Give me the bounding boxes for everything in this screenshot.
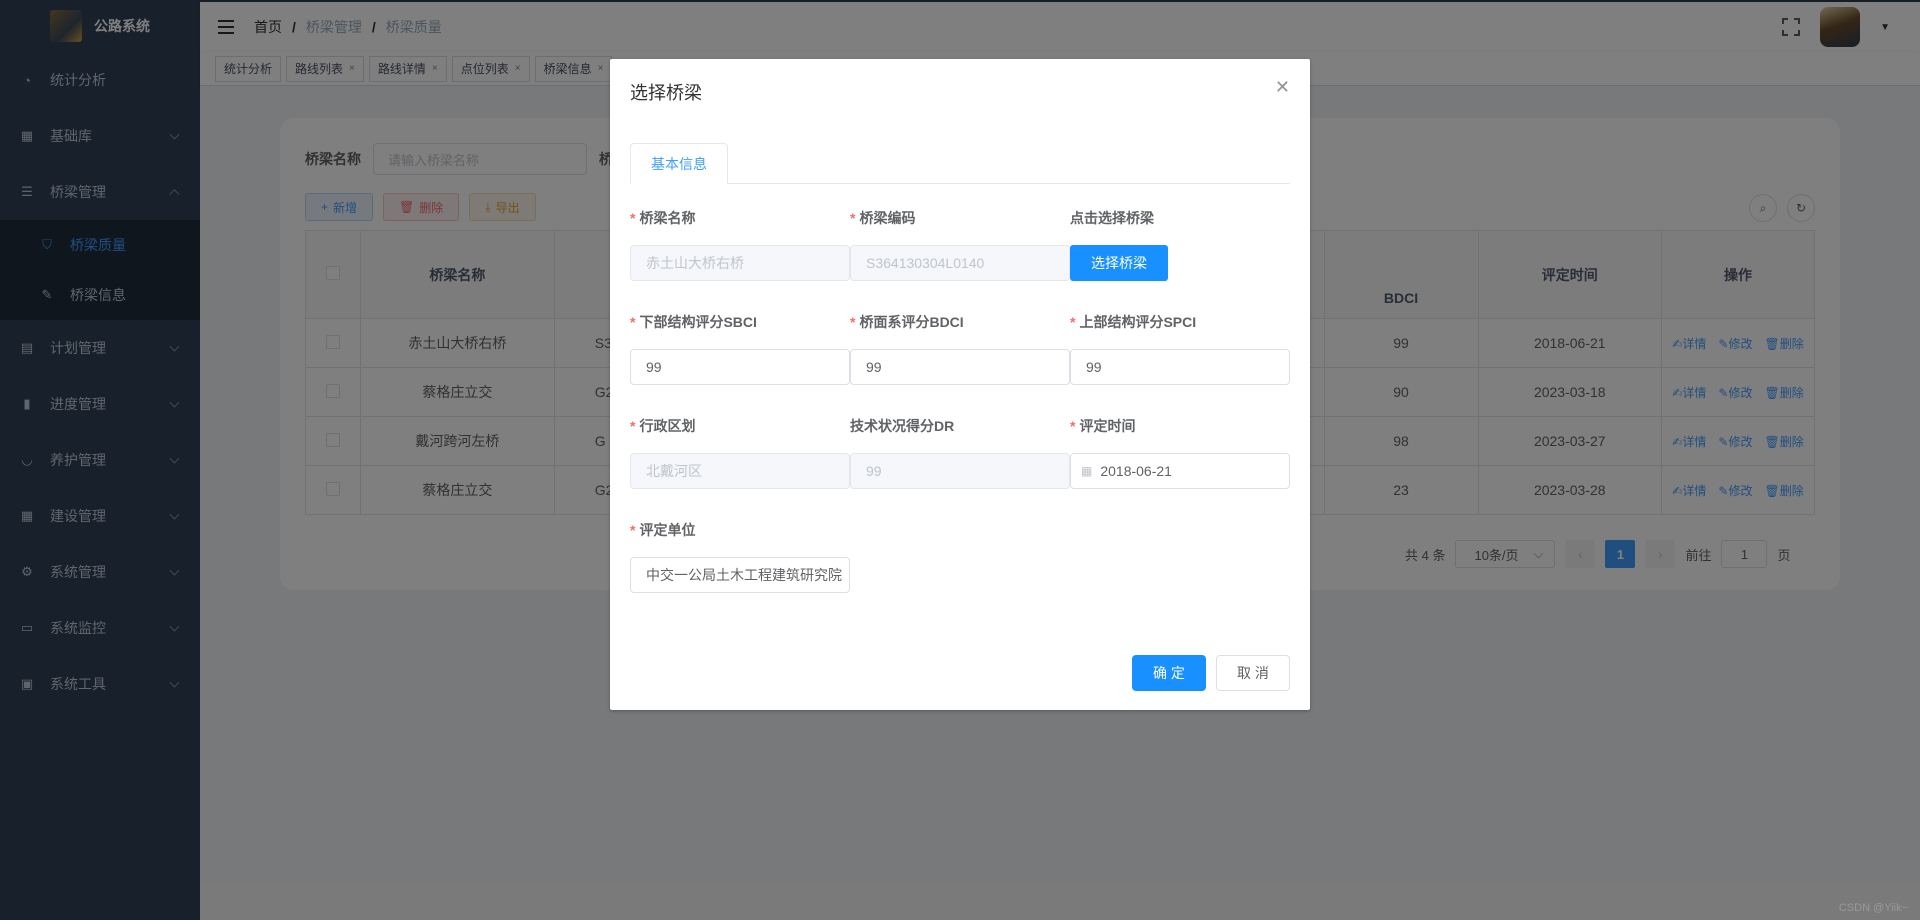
label-text: 评定单位 (639, 522, 696, 538)
label-text: 行政区划 (639, 418, 696, 434)
district-field: 北戴河区 (630, 453, 850, 489)
tab-basic-info[interactable]: 基本信息 (630, 143, 728, 184)
district-label: * 行政区划 (630, 416, 695, 436)
watermark: CSDN @Yiik~ (1838, 902, 1908, 914)
spci-input[interactable]: 99 (1070, 349, 1290, 385)
eval-time-label: * 评定时间 (1070, 416, 1135, 436)
dr-label: 技术状况得分DR (850, 418, 955, 434)
label-text: 上部结构评分SPCI (1079, 314, 1197, 330)
eval-time-datepicker[interactable]: ▦ 2018-06-21 (1070, 453, 1290, 489)
dialog-tabs: 基本信息 (630, 143, 1290, 184)
required-mark: * (630, 418, 636, 434)
dr-field: 99 (850, 453, 1070, 489)
bdci-input[interactable]: 99 (850, 349, 1070, 385)
eval-time-value: 2018-06-21 (1100, 463, 1172, 479)
required-mark: * (850, 314, 856, 330)
required-mark: * (630, 522, 636, 538)
sbci-label: * 下部结构评分SBCI (630, 312, 757, 332)
bridge-name-field: 赤土山大桥右桥 (630, 245, 850, 281)
confirm-button[interactable]: 确 定 (1132, 655, 1206, 691)
label-text: 桥面系评分BDCI (859, 314, 964, 330)
label-text: 桥梁名称 (639, 210, 696, 226)
close-icon[interactable]: ✕ (1275, 77, 1290, 98)
bridge-code-label: * 桥梁编码 (850, 208, 915, 228)
required-mark: * (850, 210, 856, 226)
label-text: 评定时间 (1079, 418, 1136, 434)
sbci-input[interactable]: 99 (630, 349, 850, 385)
eval-unit-label: * 评定单位 (630, 520, 695, 540)
required-mark: * (630, 314, 636, 330)
pick-bridge-label: 点击选择桥梁 (1070, 210, 1154, 226)
bridge-name-label: * 桥梁名称 (630, 208, 695, 228)
eval-unit-input[interactable]: 中交一公局土木工程建筑研究院 (630, 557, 850, 593)
calendar-icon: ▦ (1081, 464, 1093, 478)
required-mark: * (1070, 314, 1076, 330)
spci-label: * 上部结构评分SPCI (1070, 312, 1196, 332)
label-text: 下部结构评分SBCI (639, 314, 757, 330)
bridge-code-field: S364130304L0140 (850, 245, 1070, 281)
cancel-button[interactable]: 取 消 (1216, 655, 1290, 691)
select-bridge-dialog: 选择桥梁 ✕ 基本信息 * 桥梁名称 赤土山大桥右桥 * 桥梁编码 S3641303… (610, 59, 1310, 710)
bdci-label: * 桥面系评分BDCI (850, 312, 964, 332)
label-text: 桥梁编码 (859, 210, 916, 226)
dialog-title: 选择桥梁 (630, 83, 702, 103)
required-mark: * (630, 210, 636, 226)
required-mark: * (1070, 418, 1076, 434)
select-bridge-button[interactable]: 选择桥梁 (1070, 245, 1168, 281)
